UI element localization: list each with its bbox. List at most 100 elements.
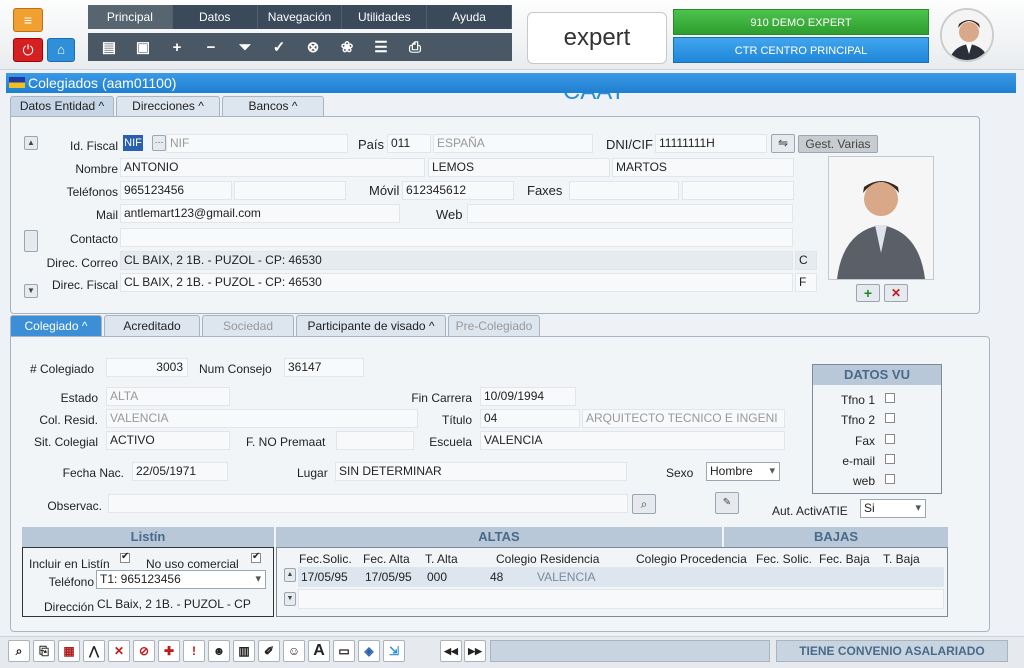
shield-icon[interactable]: ◈	[358, 640, 380, 662]
cancel-icon[interactable]: ⊗	[296, 38, 330, 56]
print-icon[interactable]: ⎙	[398, 39, 432, 56]
tab-direcciones[interactable]: Direcciones ^	[116, 96, 220, 116]
menu-ayuda[interactable]: Ayuda	[427, 5, 512, 29]
direc-fiscal-field[interactable]: CL BAIX, 2 1B. - PUZOL - CP: 46530	[120, 273, 793, 292]
filter-icon[interactable]: ⏷	[228, 39, 262, 56]
apellido2-field[interactable]: MARTOS	[612, 158, 794, 177]
confirm-icon[interactable]: ✓	[262, 38, 296, 56]
pais-code-field[interactable]: 011	[387, 134, 431, 153]
aut-activatie-select[interactable]: Si	[860, 499, 926, 518]
fax2-field[interactable]	[682, 181, 794, 200]
delete-photo-icon[interactable]: ✕	[884, 284, 908, 302]
power-icon[interactable]: ⏻	[13, 38, 43, 62]
vu-fax-checkbox[interactable]	[885, 434, 895, 444]
save-icon[interactable]: ▣	[126, 38, 160, 56]
tab-sociedad[interactable]: Sociedad	[202, 315, 294, 337]
no-uso-comercial-checkbox[interactable]	[251, 551, 261, 563]
users-icon[interactable]: ☻	[208, 640, 230, 662]
scroll-handle[interactable]	[24, 230, 38, 252]
delete-icon[interactable]: ✕	[108, 640, 130, 662]
center-button[interactable]: CTR CENTRO PRINCIPAL	[673, 37, 929, 63]
listin-telefono-select[interactable]: T1: 965123456	[96, 570, 266, 589]
incluir-listin-checkbox[interactable]	[120, 551, 130, 563]
brush-icon[interactable]: ✐	[258, 640, 280, 662]
remove-icon[interactable]: −	[194, 39, 228, 56]
user-name-button[interactable]: 910 DEMO EXPERT	[673, 9, 929, 35]
mail-field[interactable]: antlemart123@gmail.com	[120, 204, 400, 223]
sign-icon[interactable]: ✎	[715, 492, 739, 514]
grid-scroll-up-icon[interactable]: ▲	[284, 568, 296, 582]
tab-acreditado[interactable]: Acreditado	[104, 315, 200, 337]
gest-varias-button[interactable]: Gest. Varias	[798, 135, 878, 153]
group-icon[interactable]: ❀	[330, 38, 364, 56]
font-icon[interactable]: A	[308, 640, 330, 662]
table-row[interactable]	[298, 589, 944, 609]
expert-caat-logo: expert CAAT®	[527, 12, 667, 105]
link-icon[interactable]: ⇋	[771, 134, 795, 153]
add-red-icon[interactable]: ✚	[158, 640, 180, 662]
tab-colegiado[interactable]: Colegiado ^	[10, 315, 102, 337]
lugar-field[interactable]: SIN DETERMINAR	[335, 462, 627, 481]
movil-field[interactable]: 612345612	[402, 181, 514, 200]
telefono2-field[interactable]	[234, 181, 346, 200]
telefono1-field[interactable]: 965123456	[120, 181, 232, 200]
web-field[interactable]	[467, 204, 793, 223]
new-document-icon[interactable]: ▤	[92, 38, 126, 56]
tab-pre-colegiado[interactable]: Pre-Colegiado	[448, 315, 540, 337]
tab-participante-visado[interactable]: Participante de visado ^	[296, 315, 446, 337]
sit-colegial-field[interactable]: ACTIVO	[106, 431, 230, 450]
forbidden-icon[interactable]: ⊘	[133, 640, 155, 662]
direc-correo-field[interactable]: CL BAIX, 2 1B. - PUZOL - CP: 46530	[120, 251, 793, 270]
vu-email-checkbox[interactable]	[885, 454, 895, 464]
col-resid-field[interactable]: VALENCIA	[106, 409, 418, 428]
nombre-field[interactable]: ANTONIO	[120, 158, 425, 177]
add-photo-icon[interactable]: +	[856, 284, 880, 302]
tab-bancos[interactable]: Bancos ^	[222, 96, 324, 116]
calculator-icon[interactable]: ▥	[233, 640, 255, 662]
fin-carrera-field[interactable]: 10/09/1994	[480, 387, 576, 406]
menu-datos[interactable]: Datos	[173, 5, 258, 29]
sexo-select[interactable]: Hombre	[706, 462, 780, 481]
search-icon[interactable]: ⌕	[632, 494, 656, 514]
fax1-field[interactable]	[569, 181, 679, 200]
num-consejo-label: Num Consejo	[199, 362, 272, 376]
direc-fiscal-code: F	[795, 273, 817, 292]
card-icon[interactable]: ▭	[333, 640, 355, 662]
hamburger-menu-icon[interactable]: ≡	[13, 8, 43, 32]
id-type-lookup-icon[interactable]: ···	[152, 135, 166, 151]
vu-tfno1-checkbox[interactable]	[885, 393, 895, 403]
apellido1-field[interactable]: LEMOS	[428, 158, 610, 177]
scroll-up-icon[interactable]: ▲	[24, 136, 38, 150]
menu-navegacion[interactable]: Navegación	[258, 5, 343, 29]
num-colegiado-field[interactable]: 3003	[106, 358, 188, 377]
tab-datos-entidad[interactable]: Datos Entidad ^	[10, 96, 114, 116]
person-icon[interactable]: ☺	[283, 640, 305, 662]
user-avatar[interactable]	[940, 8, 994, 62]
home-icon[interactable]: ⌂	[47, 38, 75, 62]
attach-icon[interactable]: ⎘	[33, 640, 55, 662]
vu-tfno2-checkbox[interactable]	[885, 413, 895, 423]
prev-icon[interactable]: ◀◀	[440, 640, 462, 662]
fecha-nac-field[interactable]: 22/05/1971	[132, 462, 228, 481]
search-icon[interactable]: ⌕	[8, 640, 30, 662]
id-type-field[interactable]: NIF	[123, 135, 143, 151]
chart-icon[interactable]: ⋀	[83, 640, 105, 662]
vu-web-checkbox[interactable]	[885, 474, 895, 484]
grid-scroll-down-icon[interactable]: ▼	[284, 592, 296, 606]
box-icon[interactable]: ▦	[58, 640, 80, 662]
dni-field[interactable]: 11111111H	[655, 134, 767, 153]
next-icon[interactable]: ▶▶	[464, 640, 486, 662]
export-icon[interactable]: ⇲	[383, 640, 405, 662]
menu-utilidades[interactable]: Utilidades	[342, 5, 428, 29]
mail-label: Mail	[95, 208, 118, 222]
observ-field[interactable]	[108, 494, 628, 513]
estado-field[interactable]: ALTA	[106, 387, 230, 406]
contacto-field[interactable]	[120, 228, 793, 247]
alert-icon[interactable]: !	[183, 640, 205, 662]
num-consejo-field[interactable]: 36147	[284, 358, 364, 377]
add-icon[interactable]: +	[160, 39, 194, 56]
menu-principal[interactable]: Principal	[88, 5, 173, 29]
escuela-field[interactable]: VALENCIA	[480, 431, 785, 450]
titulo-code-field[interactable]: 04	[480, 409, 580, 428]
report-icon[interactable]: ☰	[364, 38, 398, 56]
